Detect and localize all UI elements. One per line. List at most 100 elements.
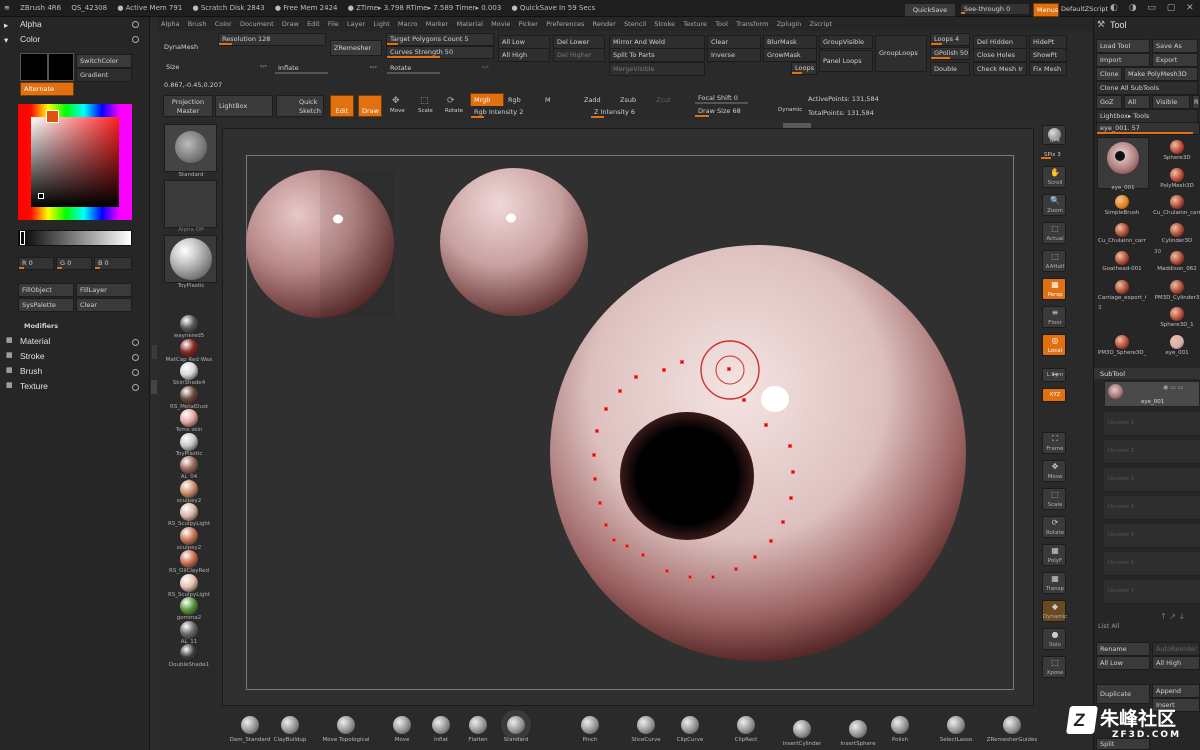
visible-button[interactable]: Visible bbox=[1152, 95, 1190, 109]
menu-layer[interactable]: Layer bbox=[344, 17, 368, 31]
r-slider[interactable]: R 0 bbox=[18, 257, 54, 270]
brush-label[interactable]: Standard bbox=[486, 737, 546, 743]
edit-button[interactable]: Edit bbox=[330, 95, 354, 117]
left-tray-scroll[interactable] bbox=[152, 345, 157, 359]
brush-icon[interactable] bbox=[737, 716, 755, 734]
curve-point[interactable] bbox=[742, 398, 746, 402]
clear-mask-button[interactable]: Clear bbox=[707, 35, 761, 49]
brush-label[interactable]: ZRemesherGuides bbox=[982, 737, 1042, 743]
stroke-header[interactable]: Stroke bbox=[20, 351, 45, 361]
tool-header[interactable]: Tool bbox=[1110, 20, 1127, 30]
save-as-button[interactable]: Save As bbox=[1152, 39, 1198, 53]
gear-icon[interactable] bbox=[132, 21, 139, 28]
material-swatch[interactable] bbox=[180, 644, 198, 662]
all-low-button[interactable]: All Low bbox=[498, 35, 550, 49]
autoreorder-button[interactable]: AutoReorder bbox=[1152, 642, 1200, 656]
mirror-and-weld-button[interactable]: Mirror And Weld bbox=[609, 35, 705, 49]
curve-point[interactable] bbox=[595, 429, 599, 433]
b-slider[interactable]: B 0 bbox=[94, 257, 132, 270]
tray-zoom-button[interactable]: 🔍 Zoom bbox=[1042, 194, 1066, 216]
main-color-swatch[interactable] bbox=[20, 53, 48, 81]
tray-aahalf-button[interactable]: ⬚ AAHalf bbox=[1042, 250, 1066, 272]
curves-strength-slider[interactable]: Curves Strength 50 bbox=[386, 46, 494, 59]
material-swatch[interactable] bbox=[180, 503, 198, 521]
scale-mode-label[interactable]: Scale bbox=[418, 108, 433, 114]
material-swatch[interactable] bbox=[180, 479, 198, 498]
menu-render[interactable]: Render bbox=[590, 17, 619, 31]
menu-marker[interactable]: Marker bbox=[423, 17, 451, 31]
window-controls-icon[interactable]: ◐ ◑ ▭ ▢ ✕ bbox=[1110, 3, 1198, 13]
tray-move-button[interactable]: ✥ Move bbox=[1042, 460, 1066, 482]
curve-point[interactable] bbox=[727, 367, 731, 371]
color-marker[interactable] bbox=[38, 193, 44, 199]
tray-frame-button[interactable]: ⛶ Frame bbox=[1042, 432, 1066, 454]
make-polymesh-button[interactable]: Make PolyMesh3D bbox=[1124, 67, 1198, 81]
curve-point[interactable] bbox=[634, 375, 638, 379]
brush-label[interactable]: ClipCurve bbox=[660, 737, 720, 743]
tool-thumb-label[interactable]: PM3D_Sphere3D_1 bbox=[1098, 350, 1146, 356]
subtool-slot[interactable]: Unused 3 bbox=[1104, 468, 1200, 492]
projection-master-button[interactable]: Projection Master bbox=[163, 95, 213, 117]
brush-icon[interactable] bbox=[241, 716, 259, 734]
curve-point[interactable] bbox=[711, 575, 715, 579]
zcut-button[interactable]: Zcut bbox=[656, 96, 671, 104]
curve-point[interactable] bbox=[641, 553, 645, 557]
subtool-item-active[interactable]: eye_001 ◉ ▭ ▭ bbox=[1104, 381, 1200, 407]
duplicate-button[interactable]: Duplicate bbox=[1096, 684, 1150, 704]
rotate-icon[interactable]: ⟳ bbox=[447, 96, 455, 106]
hue-marker[interactable] bbox=[46, 110, 59, 123]
tray-persp-button[interactable]: ▦ Persp bbox=[1042, 278, 1066, 300]
menu-preferences[interactable]: Preferences bbox=[543, 17, 587, 31]
curve-point[interactable] bbox=[598, 501, 602, 505]
menu-transform[interactable]: Transform bbox=[733, 17, 771, 31]
load-tool-button[interactable]: Load Tool bbox=[1096, 39, 1150, 53]
tool-thumb-label[interactable]: Sphere3D bbox=[1153, 155, 1200, 161]
lightbox-button[interactable]: LightBox bbox=[215, 95, 273, 117]
subtool-visibility-icon[interactable]: ◉ ▭ ▭ bbox=[1163, 384, 1183, 391]
tool-thumb-label[interactable]: Maddison_062 bbox=[1153, 266, 1200, 272]
alpha-thumbnail[interactable] bbox=[164, 180, 217, 228]
g-slider[interactable]: G 0 bbox=[56, 257, 92, 270]
curve-point[interactable] bbox=[753, 555, 757, 559]
draw-button[interactable]: Draw bbox=[358, 95, 382, 117]
subtool-slot[interactable]: Unused 5 bbox=[1104, 524, 1200, 548]
z-intensity-slider[interactable]: Z Intensity 6 bbox=[590, 106, 688, 119]
fillobject-button[interactable]: FillObject bbox=[18, 283, 74, 297]
tool-thumb-label[interactable]: Cu_Chulainn_carrie bbox=[1098, 238, 1146, 244]
tool-thumb-icon[interactable] bbox=[1115, 251, 1129, 265]
tool-thumb-icon[interactable] bbox=[1170, 307, 1184, 321]
tray-polyf-button[interactable]: ▦ PolyF bbox=[1042, 544, 1066, 566]
material-swatch[interactable] bbox=[180, 573, 198, 592]
clear-button[interactable]: Clear bbox=[76, 298, 132, 312]
curve-point[interactable] bbox=[764, 423, 768, 427]
grouploops-button[interactable]: GroupLoops bbox=[875, 35, 927, 72]
draw-size-slider[interactable]: Draw Size 68 bbox=[694, 105, 776, 118]
all-low-subtool-button[interactable]: All Low bbox=[1096, 656, 1150, 670]
menu-draw[interactable]: Draw bbox=[279, 17, 302, 31]
curve-point[interactable] bbox=[593, 477, 597, 481]
menu-file[interactable]: File bbox=[325, 17, 342, 31]
gear-icon[interactable] bbox=[132, 384, 139, 391]
menu-color[interactable]: Color bbox=[212, 17, 235, 31]
subtool-slot[interactable]: Unused 6 bbox=[1104, 552, 1200, 576]
tool-thumb-icon[interactable] bbox=[1115, 335, 1129, 349]
zremesher-button[interactable]: ZRemesher bbox=[330, 40, 382, 56]
grayscale-marker[interactable] bbox=[20, 231, 25, 245]
double-button[interactable]: Double bbox=[930, 62, 970, 76]
curve-point[interactable] bbox=[592, 453, 596, 457]
move-icon[interactable]: ✥ bbox=[392, 96, 400, 106]
tray-floor-button[interactable]: ≡ Floor bbox=[1042, 306, 1066, 328]
quicksave-button[interactable]: QuickSave bbox=[904, 3, 956, 17]
current-tool-thumb[interactable] bbox=[1097, 137, 1149, 189]
subtool-header[interactable]: SubTool bbox=[1100, 370, 1125, 378]
brush-label[interactable]: Pinch bbox=[560, 737, 620, 743]
r-button[interactable]: R bbox=[1192, 95, 1200, 109]
curve-point[interactable] bbox=[604, 407, 608, 411]
scale-icon[interactable]: ⬚ bbox=[420, 96, 429, 106]
brush-icon[interactable] bbox=[947, 716, 965, 734]
tool-thumb-icon[interactable] bbox=[1170, 140, 1184, 154]
left-collapse-handle[interactable] bbox=[151, 380, 157, 394]
menu-document[interactable]: Document bbox=[237, 17, 277, 31]
material-swatch[interactable] bbox=[180, 432, 198, 451]
gear-icon[interactable] bbox=[132, 339, 139, 346]
